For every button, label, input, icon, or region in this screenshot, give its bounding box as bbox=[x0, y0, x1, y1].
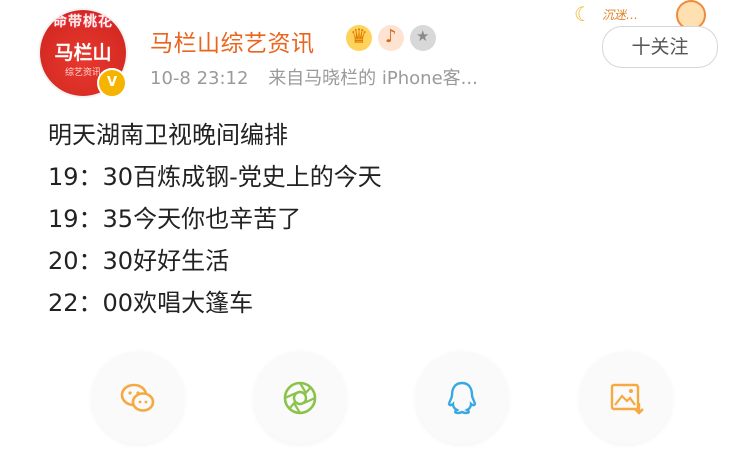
verified-badge-icon: V bbox=[97, 68, 127, 98]
moon-icon: ☾ bbox=[574, 2, 592, 26]
card-decoration: ☾ 沉迷… bbox=[566, 0, 716, 30]
post-line: 22：00欢唱大篷车 bbox=[48, 289, 254, 317]
account-name[interactable]: 马栏山综艺资讯 bbox=[150, 24, 315, 58]
moments-icon bbox=[283, 381, 317, 415]
avatar-main-text: 马栏山 bbox=[54, 42, 112, 64]
account-badges bbox=[346, 24, 436, 52]
share-moments-button[interactable] bbox=[254, 352, 346, 444]
post-source: 来自马晓栏的 iPhone客... bbox=[268, 68, 478, 89]
post-line: 19：30百炼成钢-党史上的今天 bbox=[48, 163, 382, 191]
save-image-icon bbox=[610, 383, 644, 415]
share-wechat-button[interactable] bbox=[92, 352, 184, 444]
medal-icon[interactable] bbox=[410, 25, 436, 51]
decor-text: 沉迷… bbox=[602, 8, 639, 22]
post-line: 20：30好好生活 bbox=[48, 247, 230, 275]
post-meta: 10-8 23:12 来自马晓栏的 iPhone客... bbox=[150, 64, 478, 90]
follow-button[interactable]: 十关注 bbox=[602, 26, 718, 68]
share-qq-button[interactable] bbox=[416, 352, 508, 444]
avatar-top-text: 命带桃花 bbox=[53, 14, 113, 30]
post-timestamp: 10-8 23:12 bbox=[150, 68, 249, 89]
weibo-post-card: 命带桃花 马栏山 综艺资讯 V 马栏山综艺资讯 10-8 23:12 来自马晓栏… bbox=[0, 0, 750, 451]
post-line: 19：35今天你也辛苦了 bbox=[48, 205, 302, 233]
crown-icon[interactable] bbox=[346, 24, 372, 51]
guitar-icon[interactable] bbox=[378, 25, 404, 51]
post-line: 明天湖南卫视晚间编排 bbox=[48, 121, 288, 149]
post-content: 明天湖南卫视晚间编排 19：30百炼成钢-党史上的今天 19：35今天你也辛苦了… bbox=[48, 114, 382, 324]
qq-icon bbox=[447, 381, 477, 415]
share-save-image-button[interactable] bbox=[580, 352, 672, 444]
wechat-icon bbox=[120, 383, 155, 412]
share-bar bbox=[0, 346, 750, 451]
